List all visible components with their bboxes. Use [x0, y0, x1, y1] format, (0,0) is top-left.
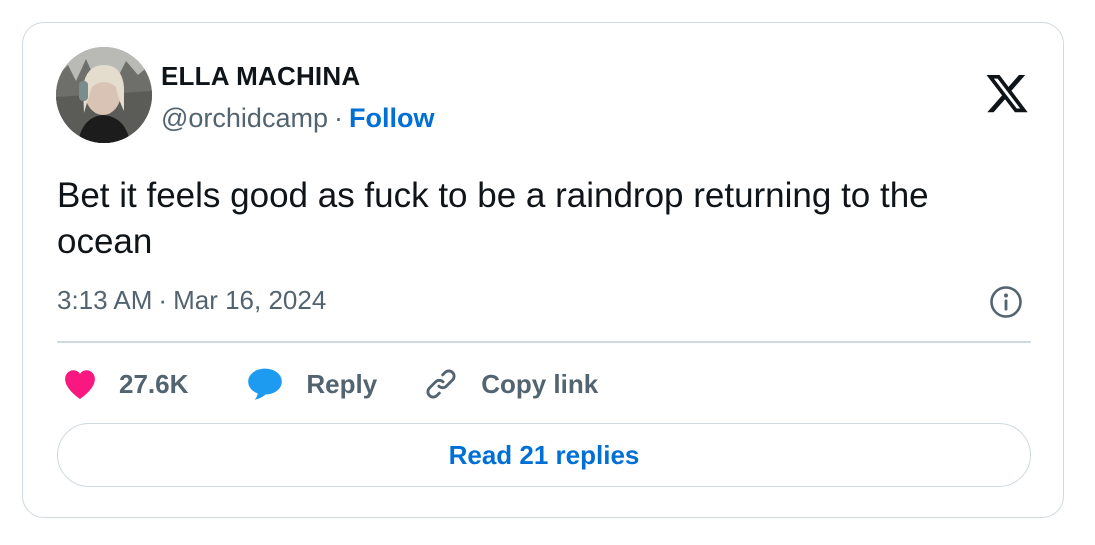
x-logo-icon[interactable]: [984, 75, 1030, 117]
author-handle-row: @orchidcamp · Follow: [161, 103, 434, 134]
author-name[interactable]: ELLA MACHINA: [161, 61, 360, 92]
action-bar: 27.6K Reply Copy link: [63, 363, 598, 405]
tweet-embed-card: ELLA MACHINA @orchidcamp · Follow Bet it f…: [22, 22, 1064, 518]
avatar[interactable]: [56, 47, 152, 143]
tweet-date: Mar 16, 2024: [173, 285, 327, 315]
info-icon[interactable]: [988, 284, 1024, 320]
tweet-time: 3:13 AM: [57, 285, 153, 315]
separator-dot: ·: [333, 103, 343, 133]
reply-button[interactable]: Reply: [246, 366, 377, 402]
divider: [57, 341, 1031, 343]
read-replies-button[interactable]: Read 21 replies: [57, 423, 1031, 487]
tweet-text: Bet it feels good as fuck to be a raindr…: [57, 176, 929, 261]
copy-link-button[interactable]: Copy link: [423, 366, 598, 402]
link-icon: [423, 366, 459, 402]
tweet-timestamp[interactable]: 3:13 AM · Mar 16, 2024: [57, 285, 326, 316]
like-count: 27.6K: [119, 368, 189, 399]
copy-link-label: Copy link: [481, 368, 599, 399]
reply-label: Reply: [306, 368, 378, 399]
author-handle[interactable]: @orchidcamp: [161, 103, 328, 133]
speech-bubble-icon: [246, 366, 284, 402]
follow-button[interactable]: Follow: [349, 103, 434, 133]
heart-icon: [63, 368, 97, 400]
timestamp-separator: ·: [158, 285, 168, 315]
like-button[interactable]: 27.6K: [63, 368, 188, 400]
